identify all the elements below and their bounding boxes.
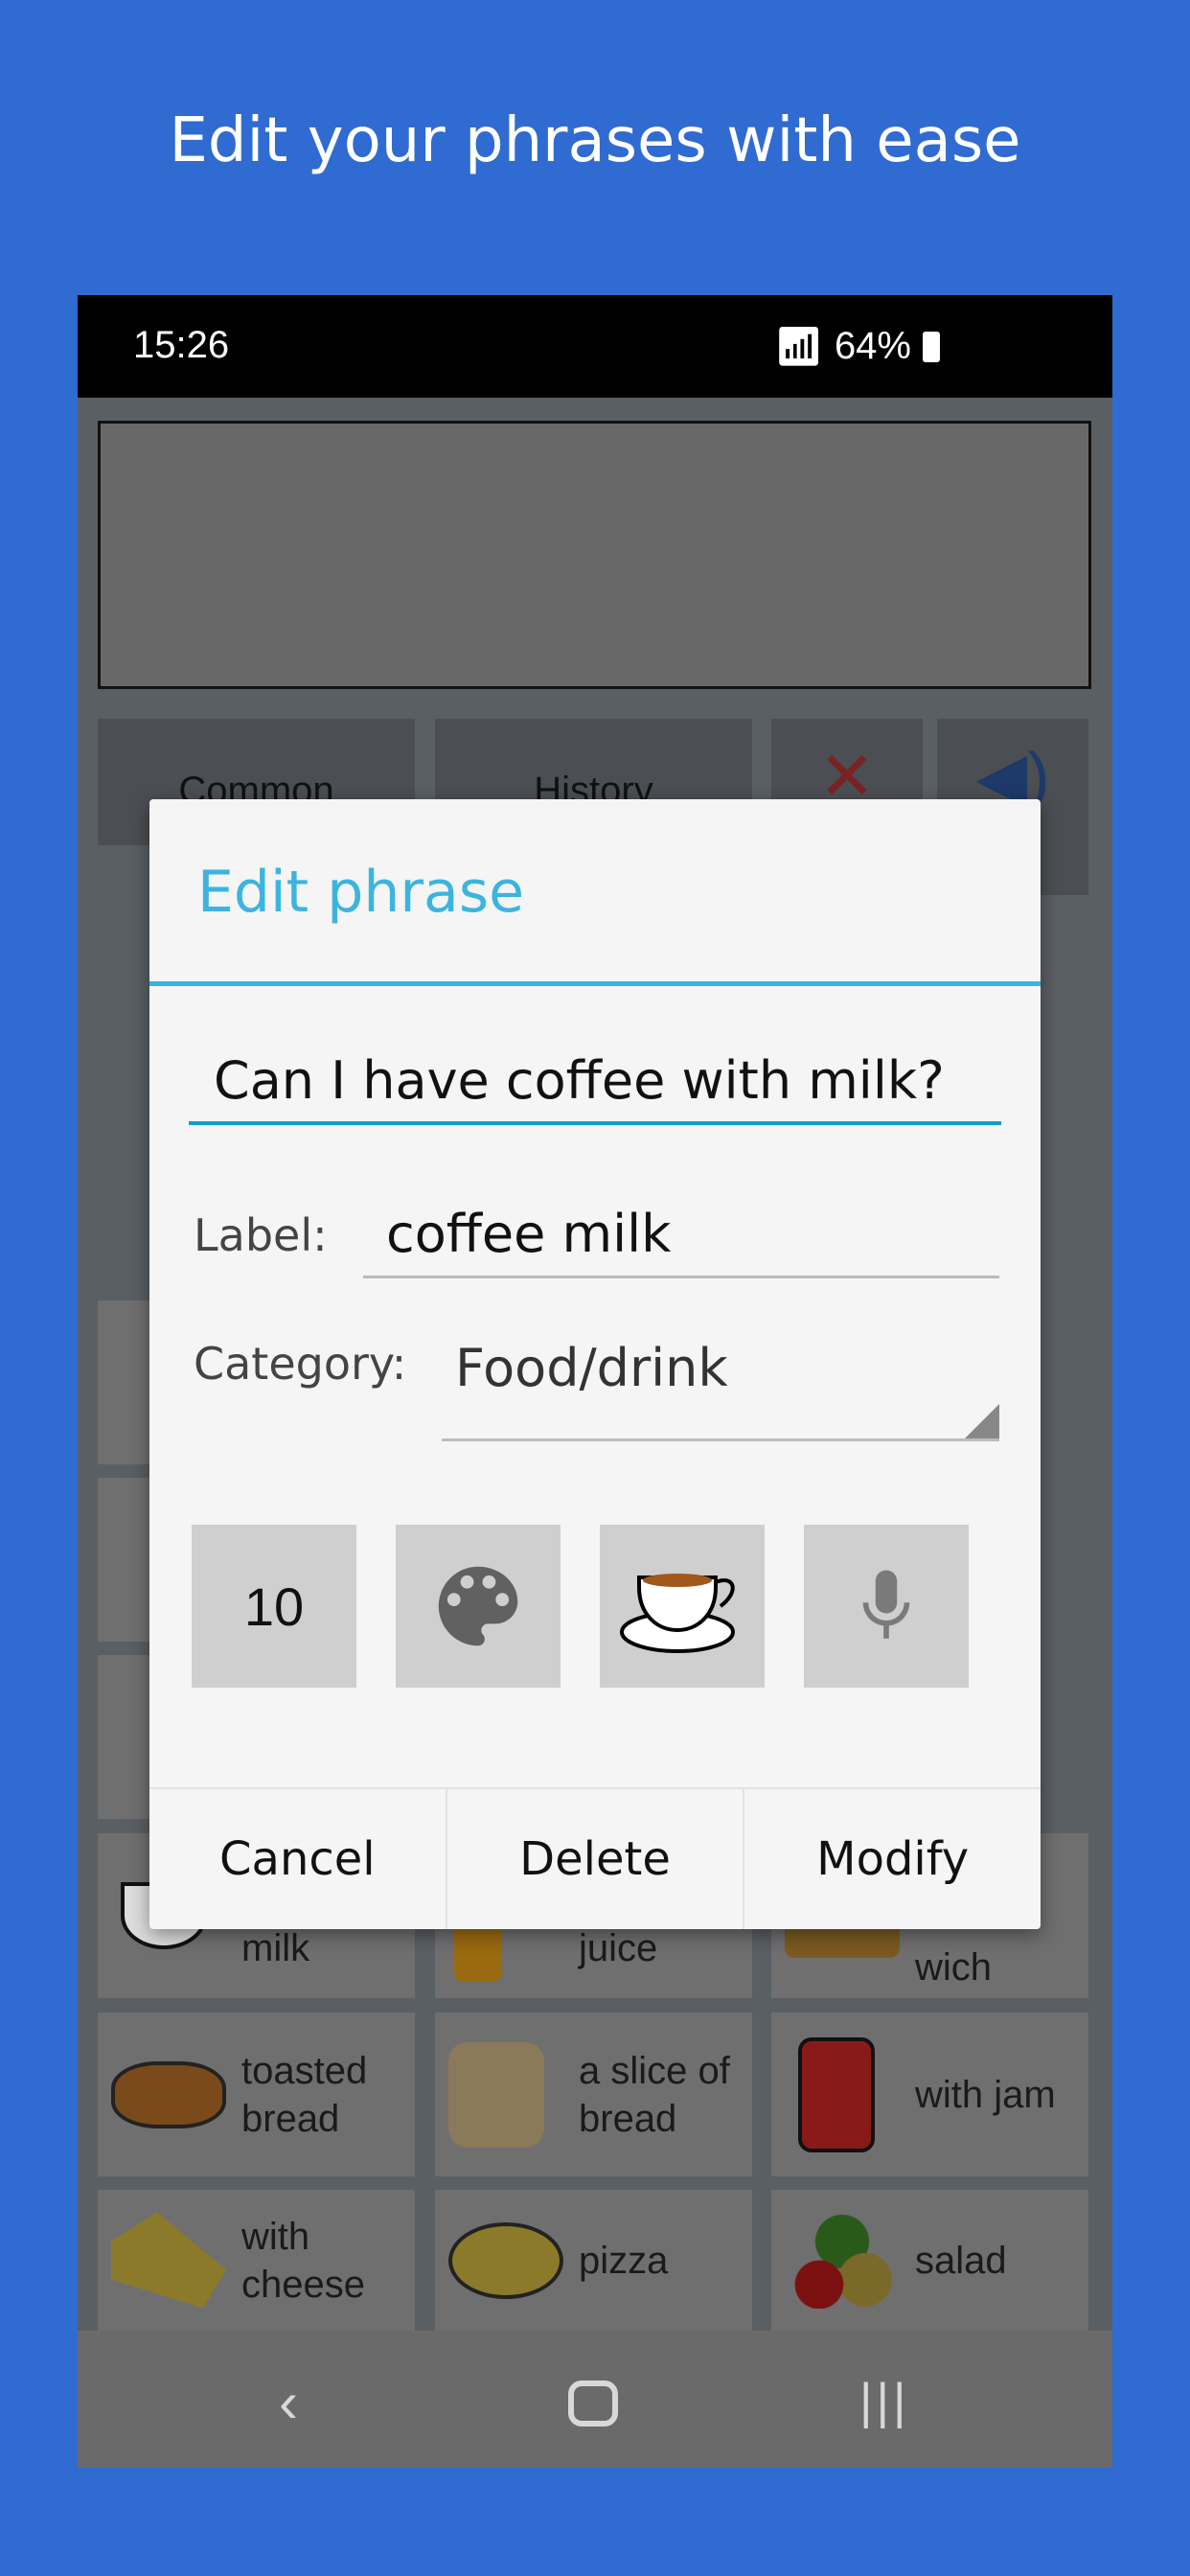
phrase-input[interactable]	[189, 1039, 1001, 1125]
size-value: 10	[243, 1576, 305, 1637]
home-icon[interactable]	[568, 2380, 618, 2426]
status-time: 15:26	[133, 324, 230, 366]
toast-icon	[111, 2060, 226, 2128]
dropdown-arrow-icon	[965, 1404, 999, 1438]
pizza-icon	[448, 2221, 563, 2299]
coffee-cup-icon	[620, 1574, 735, 1653]
cheese-icon	[111, 2212, 226, 2309]
dialog-actions: Cancel Delete Modify	[149, 1787, 1041, 1929]
label-caption: Label:	[194, 1209, 328, 1261]
salad-icon	[785, 2212, 900, 2309]
tile-toasted-bread[interactable]: toasted bread	[98, 2012, 415, 2176]
tile-salad[interactable]: salad	[771, 2190, 1088, 2331]
delete-button[interactable]: Delete	[447, 1789, 745, 1929]
image-button[interactable]	[600, 1525, 765, 1688]
palette-icon	[438, 1566, 518, 1646]
headline: Edit your phrases with ease	[169, 105, 1021, 176]
battery-percent: 64%	[834, 325, 911, 367]
back-icon[interactable]: ‹	[279, 2369, 298, 2435]
label-input[interactable]	[363, 1192, 999, 1278]
tile-slice-of-bread[interactable]: a slice of bread	[435, 2012, 752, 2176]
category-value: Food/drink	[455, 1338, 728, 1398]
color-button[interactable]	[396, 1525, 561, 1688]
tile-with-jam[interactable]: with jam	[771, 2012, 1088, 2176]
navigation-bar: ‹ |||	[78, 2331, 1112, 2468]
title-divider	[149, 981, 1041, 986]
record-button[interactable]	[804, 1525, 969, 1688]
dialog-title: Edit phrase	[197, 859, 524, 926]
battery-icon	[923, 331, 940, 362]
modify-button[interactable]: Modify	[744, 1789, 1041, 1929]
bread-icon	[448, 2041, 544, 2148]
status-bar: 15:26 📶︎ 64%	[78, 295, 1112, 398]
phrase-display[interactable]	[98, 421, 1091, 689]
size-button[interactable]: 10	[192, 1525, 356, 1688]
tile-pizza[interactable]: pizza	[435, 2190, 752, 2331]
recents-icon[interactable]: |||	[859, 2373, 910, 2430]
wifi-icon: 📶︎	[774, 326, 823, 368]
jam-jar-icon	[798, 2036, 875, 2152]
category-select[interactable]: Food/drink	[442, 1317, 999, 1441]
tile-with-cheese[interactable]: with cheese	[98, 2190, 415, 2331]
cancel-button[interactable]: Cancel	[149, 1789, 447, 1929]
category-caption: Category:	[194, 1338, 407, 1390]
edit-phrase-dialog: Edit phrase Label: Category: Food/drink …	[149, 799, 1041, 1929]
microphone-icon	[862, 1570, 910, 1639]
